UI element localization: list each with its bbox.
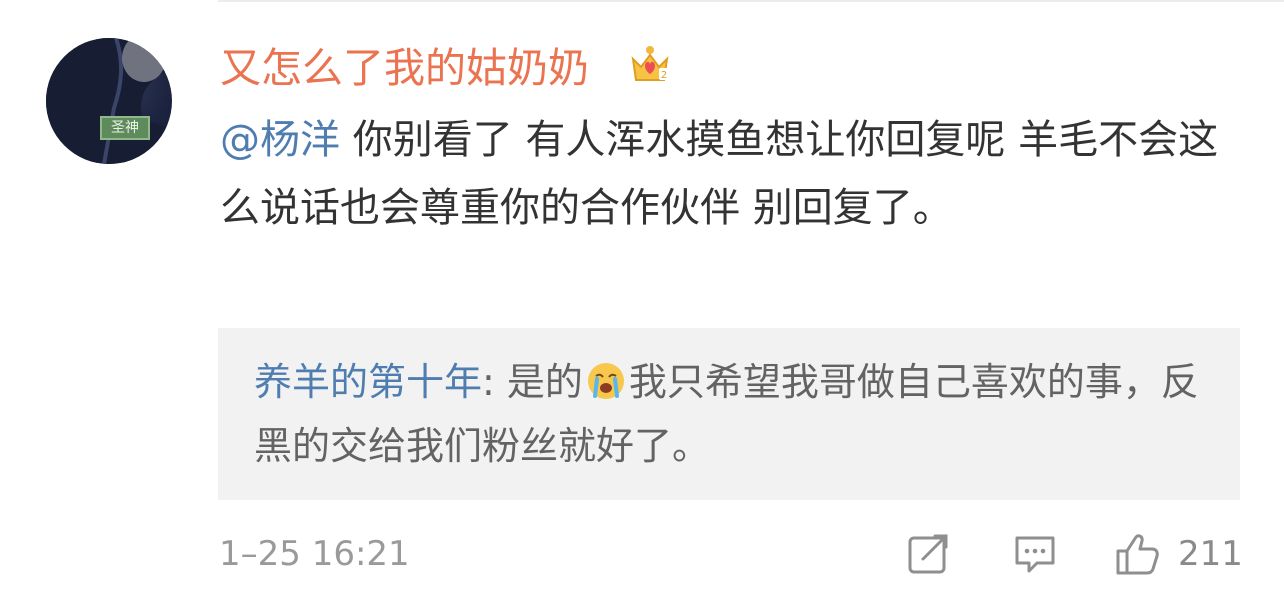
comment-icon[interactable] [1012, 532, 1058, 576]
reply-preview[interactable]: 养羊的第十年: 是的 我只希望我哥做自己喜欢的事，反黑的交给我们粉丝就好了。 [218, 328, 1240, 500]
avatar[interactable]: 圣神 [46, 38, 172, 164]
like-count: 211 [1178, 534, 1243, 574]
avatar-badge: 圣神 [100, 116, 150, 140]
reply-author[interactable]: 养羊的第十年 [254, 360, 482, 404]
comment-text: 你别看了 有人浑水摸鱼想让你回复呢 羊毛不会这么说话也会尊重你的合作伙伴 别回复… [220, 117, 1219, 231]
crown-icon: 2 [631, 46, 669, 81]
like-icon[interactable] [1114, 532, 1160, 576]
cry-icon [587, 363, 624, 399]
reply-separator: : [482, 360, 507, 404]
mention-link[interactable]: @杨洋 [220, 117, 340, 163]
svg-text:2: 2 [661, 70, 667, 81]
top-divider [218, 0, 1284, 2]
reply-text-block: 养羊的第十年: 是的 我只希望我哥做自己喜欢的事，反黑的交给我们粉丝就好了。 [254, 350, 1214, 478]
comment-body: @杨洋 你别看了 有人浑水摸鱼想让你回复呢 羊毛不会这么说话也会尊重你的合作伙伴… [220, 106, 1230, 242]
share-icon[interactable] [906, 532, 952, 576]
comment-username[interactable]: 又怎么了我的姑奶奶 [220, 42, 589, 94]
reply-text-before-emoji: 是的 [506, 360, 583, 404]
comment-timestamp: 1–25 16:21 [219, 534, 410, 574]
avatar-fabric-shape [46, 38, 172, 164]
